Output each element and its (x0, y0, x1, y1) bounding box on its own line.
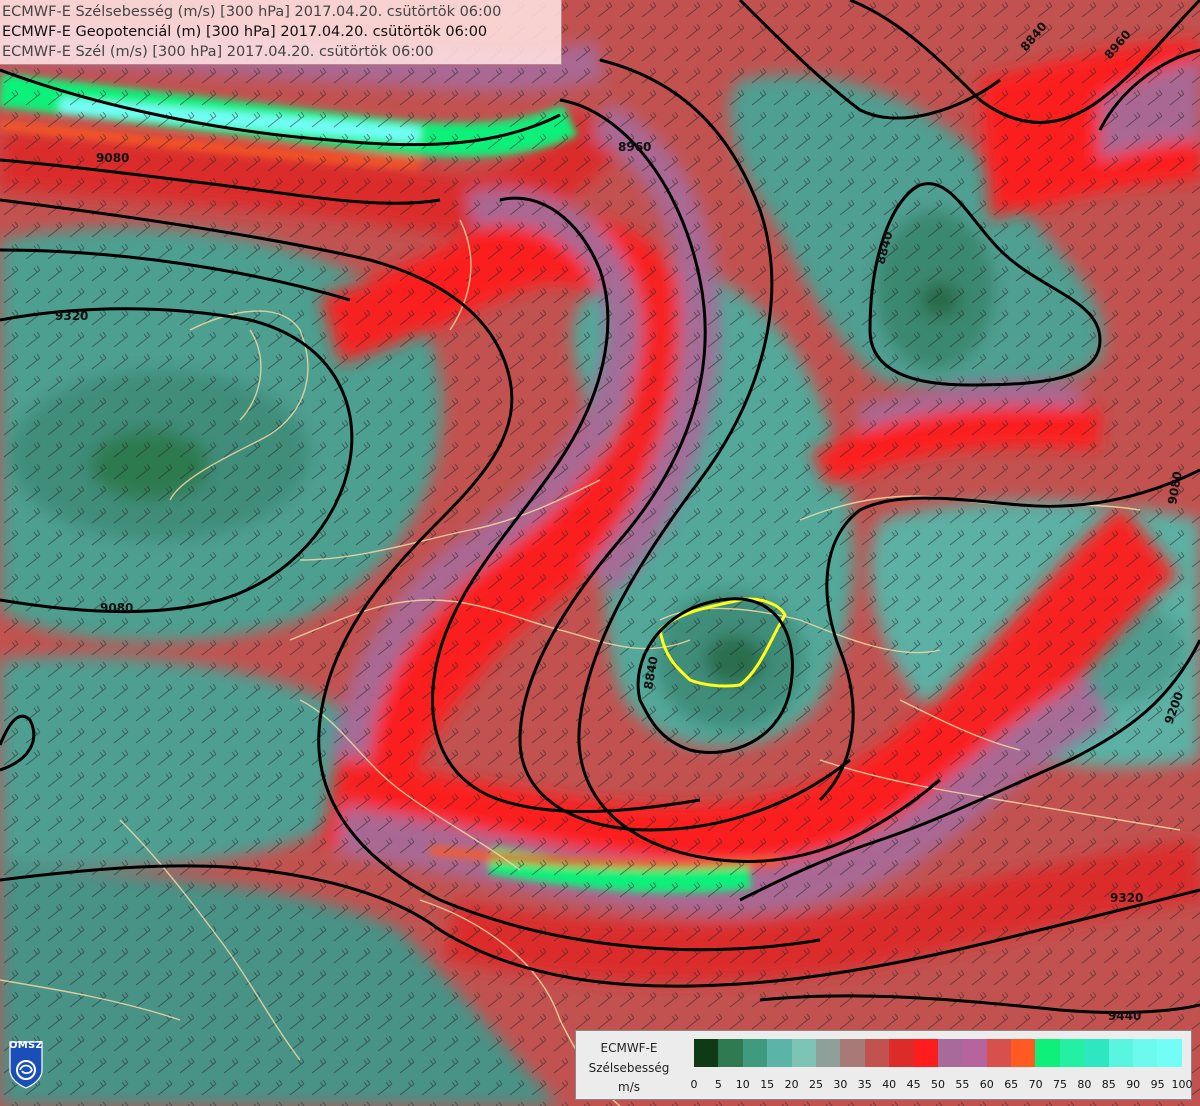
legend-swatch (694, 1039, 719, 1067)
omsz-logo: OMSZ (8, 1040, 44, 1090)
chart-header: ECMWF-E Szélsebesség (m/s) [300 hPa] 201… (0, 0, 562, 65)
contour-label-9080-mid: 9080 (100, 601, 133, 615)
header-line-wind-speed: ECMWF-E Szélsebesség (m/s) [300 hPa] 201… (2, 4, 502, 20)
legend-swatch (1133, 1039, 1158, 1067)
color-legend: ECMWF-E Szélsebesség m/s 0 5 10 15 20 25 30 35 4… (575, 1030, 1193, 1100)
legend-swatch (791, 1039, 816, 1067)
legend-tick-label: 55 (955, 1078, 970, 1091)
legend-swatch (913, 1039, 938, 1067)
legend-swatch (1035, 1039, 1060, 1067)
legend-tick-label: 100 (1171, 1078, 1193, 1091)
legend-swatch (889, 1039, 914, 1067)
wind-speed-map: 9080 9320 9080 8960 8840 8960 8840 8840 … (0, 0, 1200, 1106)
header-line-geopotential: ECMWF-E Geopotenciál (m) [300 hPa] 2017.… (2, 24, 488, 40)
legend-tick-label: 15 (760, 1078, 775, 1091)
legend-swatch (864, 1039, 890, 1067)
contour-label-9320-right: 9320 (1110, 891, 1143, 905)
legend-tick-label: 0 (690, 1078, 698, 1091)
header-line-wind: ECMWF-E Szél (m/s) [300 hPa] 2017.04.20.… (2, 44, 434, 60)
legend-swatch (840, 1039, 865, 1067)
legend-swatch (742, 1039, 768, 1067)
legend-swatches (694, 1039, 1182, 1067)
map-root: 9080 9320 9080 8960 8840 8960 8840 8840 … (0, 0, 1200, 1106)
legend-title-unit: m/s (618, 1080, 640, 1094)
legend-swatch (767, 1039, 792, 1067)
contour-label-8960-top: 8960 (618, 140, 651, 154)
legend-swatch (986, 1039, 1012, 1067)
legend-swatch (718, 1039, 743, 1067)
legend-tick-label: 95 (1150, 1078, 1165, 1091)
legend-tick-label: 25 (809, 1078, 823, 1091)
legend-swatch (962, 1039, 987, 1067)
legend-tick-label: 35 (857, 1078, 872, 1091)
logo-text: OMSZ (8, 1040, 44, 1051)
legend-swatch (815, 1039, 841, 1067)
legend-tick-label: 45 (906, 1078, 921, 1091)
legend-tick-label: 85 (1101, 1078, 1116, 1091)
legend-title-variable: Szélsebesség (588, 1061, 670, 1075)
legend-swatch (1084, 1039, 1109, 1067)
legend-tick-label: 75 (1053, 1078, 1067, 1091)
legend-swatch (1011, 1039, 1036, 1067)
legend-ticks: 0 5 10 15 20 25 30 35 40 45 50 55 60 65 70 75 80 85 90 95 10… (682, 1078, 1200, 1094)
legend-swatch (1157, 1039, 1182, 1067)
legend-tick-label: 20 (784, 1078, 799, 1091)
contour-label-9320-left: 9320 (55, 309, 88, 323)
contour-label-9440-right: 9440 (1108, 1009, 1141, 1023)
legend-tick-label: 70 (1028, 1078, 1043, 1091)
legend-tick-label: 30 (833, 1078, 848, 1091)
legend-tick-label: 65 (1004, 1078, 1019, 1091)
legend-tick-label: 80 (1077, 1078, 1092, 1091)
legend-swatch (937, 1039, 963, 1067)
legend-tick-label: 10 (735, 1078, 750, 1091)
legend-swatch (1108, 1039, 1134, 1067)
legend-tick-label: 5 (714, 1078, 722, 1091)
wind-field-layer (0, 0, 1200, 1106)
legend-title-model: ECMWF-E (600, 1041, 658, 1055)
legend-tick-label: 60 (979, 1078, 994, 1091)
contour-label-9080-left: 9080 (96, 151, 129, 165)
legend-tick-label: 90 (1126, 1078, 1141, 1091)
legend-tick-label: 40 (882, 1078, 897, 1091)
legend-swatch (1059, 1039, 1085, 1067)
legend-tick-label: 50 (931, 1078, 945, 1091)
